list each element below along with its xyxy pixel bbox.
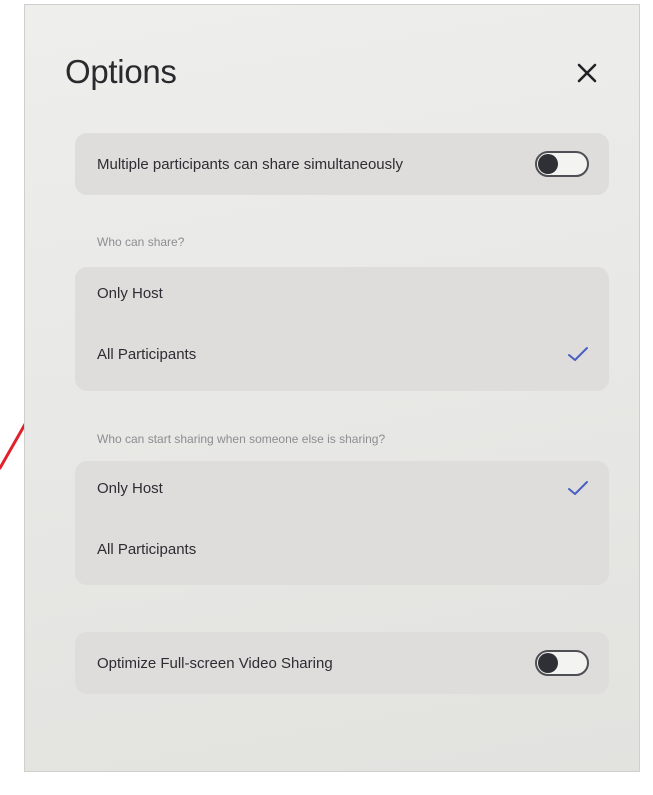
optimize-video-card: Optimize Full-screen Video Sharing	[75, 632, 609, 694]
who-can-start-label: Who can start sharing when someone else …	[97, 432, 386, 446]
option-label: Only Host	[97, 285, 163, 302]
dialog-title: Options	[65, 53, 177, 90]
close-button[interactable]	[569, 55, 605, 91]
checkmark-icon	[568, 347, 588, 361]
option-label: All Participants	[97, 541, 197, 558]
multiple-share-label: Multiple participants can share simultan…	[97, 155, 403, 173]
who-can-share-option-only-host[interactable]: Only Host	[97, 285, 589, 302]
options-dialog: Options Multiple participants can share …	[24, 4, 640, 772]
who-can-start-option-all-participants[interactable]: All Participants	[97, 541, 589, 558]
who-can-share-group: Only Host All Participants	[75, 267, 609, 391]
who-can-share-label: Who can share?	[97, 235, 185, 249]
optimize-video-label: Optimize Full-screen Video Sharing	[97, 654, 333, 672]
optimize-video-toggle[interactable]	[535, 650, 589, 676]
multiple-share-card: Multiple participants can share simultan…	[75, 133, 609, 195]
option-label: All Participants	[97, 345, 197, 363]
close-icon	[577, 63, 597, 83]
who-can-share-option-all-participants[interactable]: All Participants	[97, 345, 589, 363]
toggle-knob	[538, 653, 558, 673]
who-can-start-option-only-host[interactable]: Only Host	[97, 479, 589, 497]
option-label: Only Host	[97, 479, 163, 497]
multiple-share-toggle[interactable]	[535, 151, 589, 177]
who-can-start-group: Only Host All Participants	[75, 461, 609, 585]
checkmark-icon	[568, 481, 588, 495]
toggle-knob	[538, 154, 558, 174]
